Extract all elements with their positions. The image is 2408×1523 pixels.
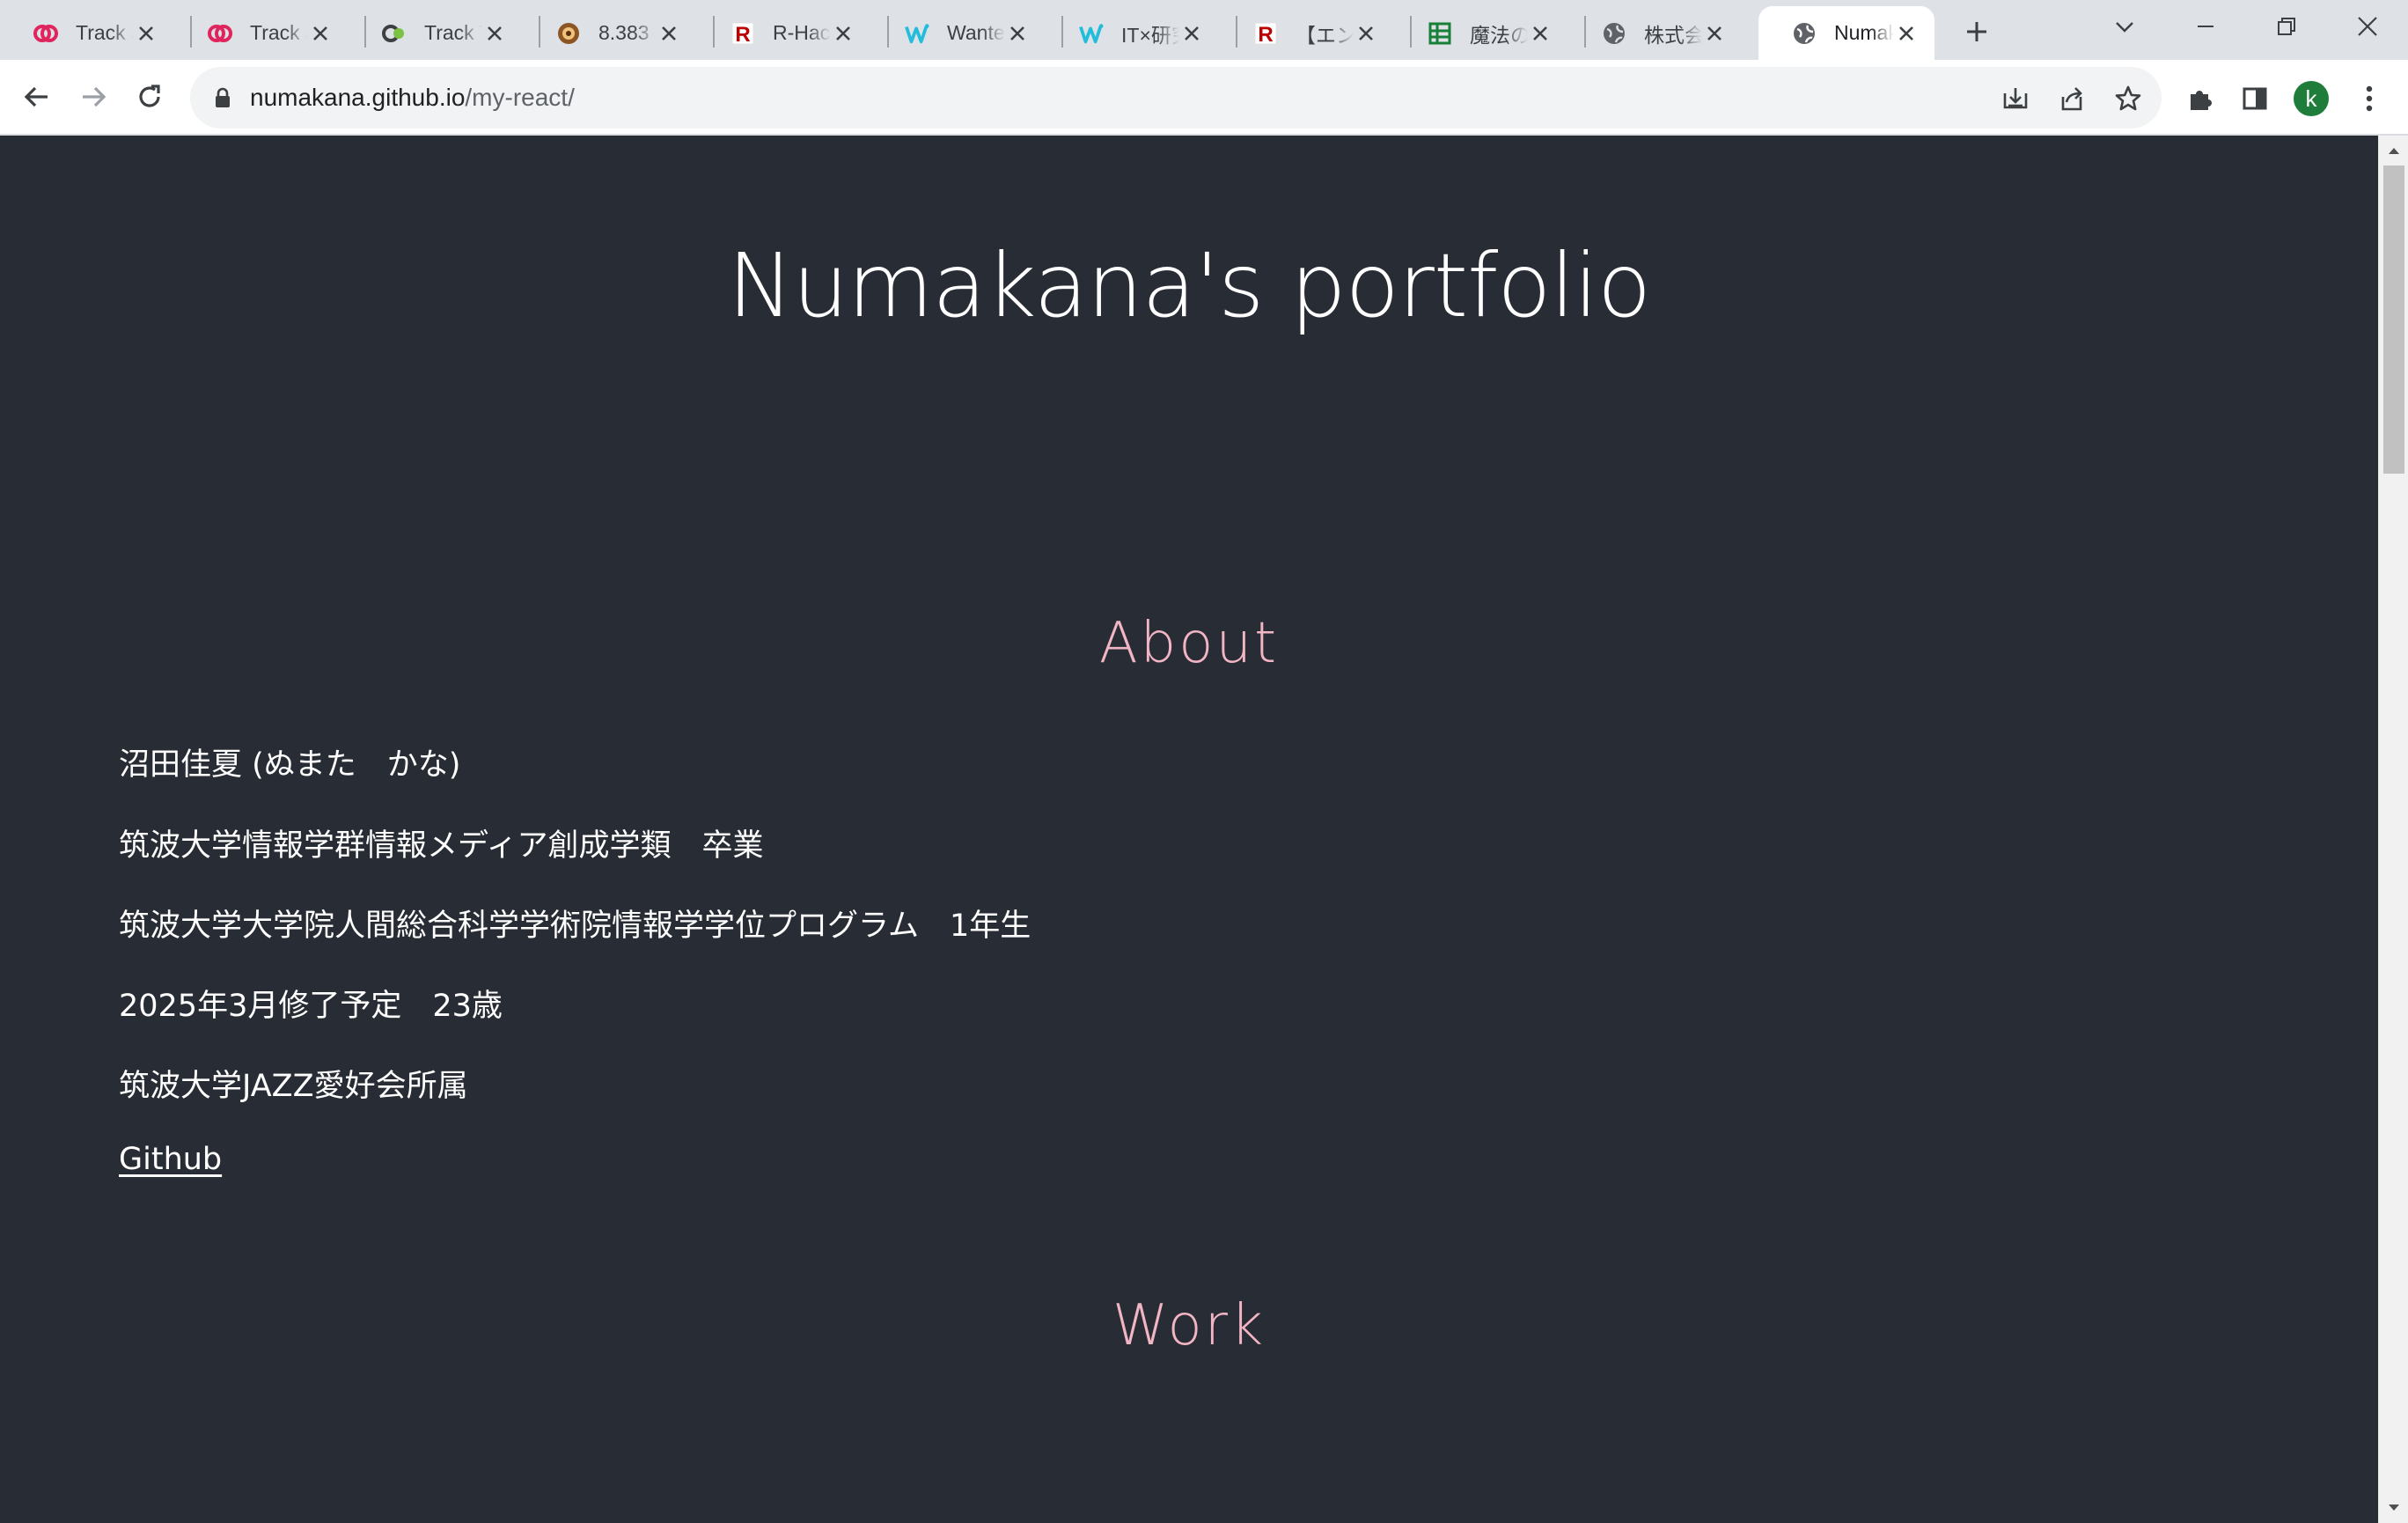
work-heading: Work — [1112, 1293, 1266, 1358]
globe-icon — [1792, 21, 1817, 46]
new-tab-button[interactable] — [1957, 12, 1996, 51]
close-icon — [2358, 17, 2377, 36]
url-host: numakana.github.io — [250, 84, 466, 111]
browser-tab[interactable]: Track Test — [349, 6, 523, 60]
tab-title: Numakana's portfolio — [1834, 21, 1894, 44]
page-viewport: Numakana's portfolio About 沼田佳夏 (ぬまた かな)… — [0, 136, 2378, 1523]
svg-text:R: R — [735, 23, 750, 46]
tab-title: R-Hack — [773, 21, 831, 44]
wantedly-icon — [1079, 21, 1104, 46]
about-heading: About — [1098, 611, 1280, 676]
browser-tab[interactable]: 8.383 — [523, 6, 697, 60]
lock-icon[interactable] — [211, 86, 234, 109]
vertical-scrollbar[interactable] — [2378, 136, 2408, 1523]
puzzle-icon — [2191, 91, 2212, 110]
page-title: Numakana's portfolio — [727, 234, 1651, 337]
scroll-down-arrow[interactable] — [2379, 1493, 2408, 1523]
wantedly-icon — [905, 21, 929, 46]
close-icon[interactable] — [1005, 21, 1030, 46]
tab-title: Track Job — [76, 21, 134, 44]
github-link[interactable]: Github — [119, 1142, 222, 1177]
avatar: k — [2294, 81, 2329, 116]
close-window-button[interactable] — [2327, 0, 2408, 53]
close-icon[interactable] — [308, 21, 333, 46]
share-icon[interactable] — [2052, 79, 2091, 118]
track-test-icon — [382, 21, 407, 46]
scroll-thumb[interactable] — [2383, 166, 2404, 474]
close-icon[interactable] — [1354, 21, 1378, 46]
close-icon[interactable] — [1894, 21, 1919, 46]
about-name: 沼田佳夏 (ぬまた かな) — [119, 747, 461, 783]
rakuten-icon: R — [730, 21, 755, 46]
side-panel-button[interactable] — [2234, 77, 2276, 120]
about-graduation: 2025年3月修了予定 23歳 — [119, 989, 503, 1024]
browser-tab[interactable]: Track Job — [0, 6, 174, 60]
sheets-icon — [1428, 21, 1452, 46]
browser-tab[interactable]: Track Job — [174, 6, 349, 60]
close-icon[interactable] — [482, 21, 507, 46]
chrome-menu-button[interactable] — [2348, 77, 2390, 120]
address-bar[interactable]: numakana.github.io/my-react/ — [190, 67, 2162, 129]
tab-title: 株式会社 — [1644, 23, 1702, 47]
browser-tab[interactable]: Wanted — [871, 6, 1046, 60]
close-icon[interactable] — [831, 21, 855, 46]
side-panel-icon — [2243, 87, 2267, 110]
minimize-button[interactable] — [2165, 0, 2246, 53]
rakuten-icon: R — [1253, 21, 1278, 46]
browser-toolbar: numakana.github.io/my-react/ k — [0, 60, 2408, 136]
cookie-icon — [556, 21, 581, 46]
tab-strip: Track Job Track Job Track Test 8.383 — [0, 0, 2408, 60]
arrow-right-icon — [83, 86, 106, 107]
browser-tab[interactable]: R R-Hack — [697, 6, 871, 60]
forward-button[interactable] — [69, 72, 118, 121]
triangle-down-icon — [2389, 1505, 2399, 1511]
about-undergrad: 筑波大学情報学群情報メディア創成学類 卒業 — [119, 828, 764, 864]
track-icon — [33, 21, 58, 46]
close-icon[interactable] — [1179, 21, 1204, 46]
tab-title: IT×研究 — [1121, 23, 1179, 47]
profile-button[interactable]: k — [2290, 77, 2332, 120]
tab-title: Track Job — [250, 21, 308, 44]
scroll-up-arrow[interactable] — [2379, 136, 2408, 166]
reload-button[interactable] — [125, 72, 174, 121]
globe-icon — [1602, 21, 1626, 46]
browser-tab-active[interactable]: Numakana's portfolio — [1758, 6, 1934, 60]
extensions-button[interactable] — [2179, 77, 2221, 120]
browser-tab[interactable]: IT×研究 — [1046, 6, 1220, 60]
close-icon[interactable] — [1528, 21, 1553, 46]
tab-title: 魔法の — [1470, 23, 1528, 47]
close-icon[interactable] — [1702, 21, 1727, 46]
back-button[interactable] — [12, 72, 62, 121]
tab-title: 【エントリー】 — [1296, 23, 1354, 47]
track-icon — [208, 21, 232, 46]
triangle-up-icon — [2389, 148, 2399, 154]
browser-tab[interactable]: R 【エントリー】 — [1220, 6, 1394, 60]
browser-tab[interactable]: 株式会社 — [1568, 6, 1743, 60]
url-text: numakana.github.io/my-react/ — [250, 84, 575, 112]
install-app-icon[interactable] — [1996, 79, 2035, 118]
browser-tab[interactable]: 魔法の — [1394, 6, 1568, 60]
plus-icon — [1967, 22, 1986, 41]
restore-icon — [2278, 18, 2295, 35]
minimize-icon — [2198, 26, 2213, 27]
url-path: /my-react/ — [465, 84, 575, 111]
svg-text:R: R — [1258, 23, 1273, 46]
chevron-down-icon — [2116, 22, 2133, 33]
tab-title: 8.383 — [598, 21, 650, 44]
about-graduate: 筑波大学大学院人間総合科学学術院情報学学位プログラム 1年生 — [119, 909, 1031, 944]
reload-icon — [139, 85, 160, 107]
tab-search-button[interactable] — [2084, 0, 2165, 53]
restore-button[interactable] — [2246, 0, 2327, 53]
more-vertical-icon — [2366, 85, 2373, 112]
about-club: 筑波大学JAZZ愛好会所属 — [119, 1069, 468, 1104]
close-icon[interactable] — [657, 21, 681, 46]
tab-title: Wanted — [947, 21, 1005, 44]
bookmark-star-icon[interactable] — [2109, 79, 2147, 118]
tab-title: Track Test — [424, 21, 482, 44]
close-icon[interactable] — [134, 21, 158, 46]
arrow-left-icon — [24, 86, 48, 107]
